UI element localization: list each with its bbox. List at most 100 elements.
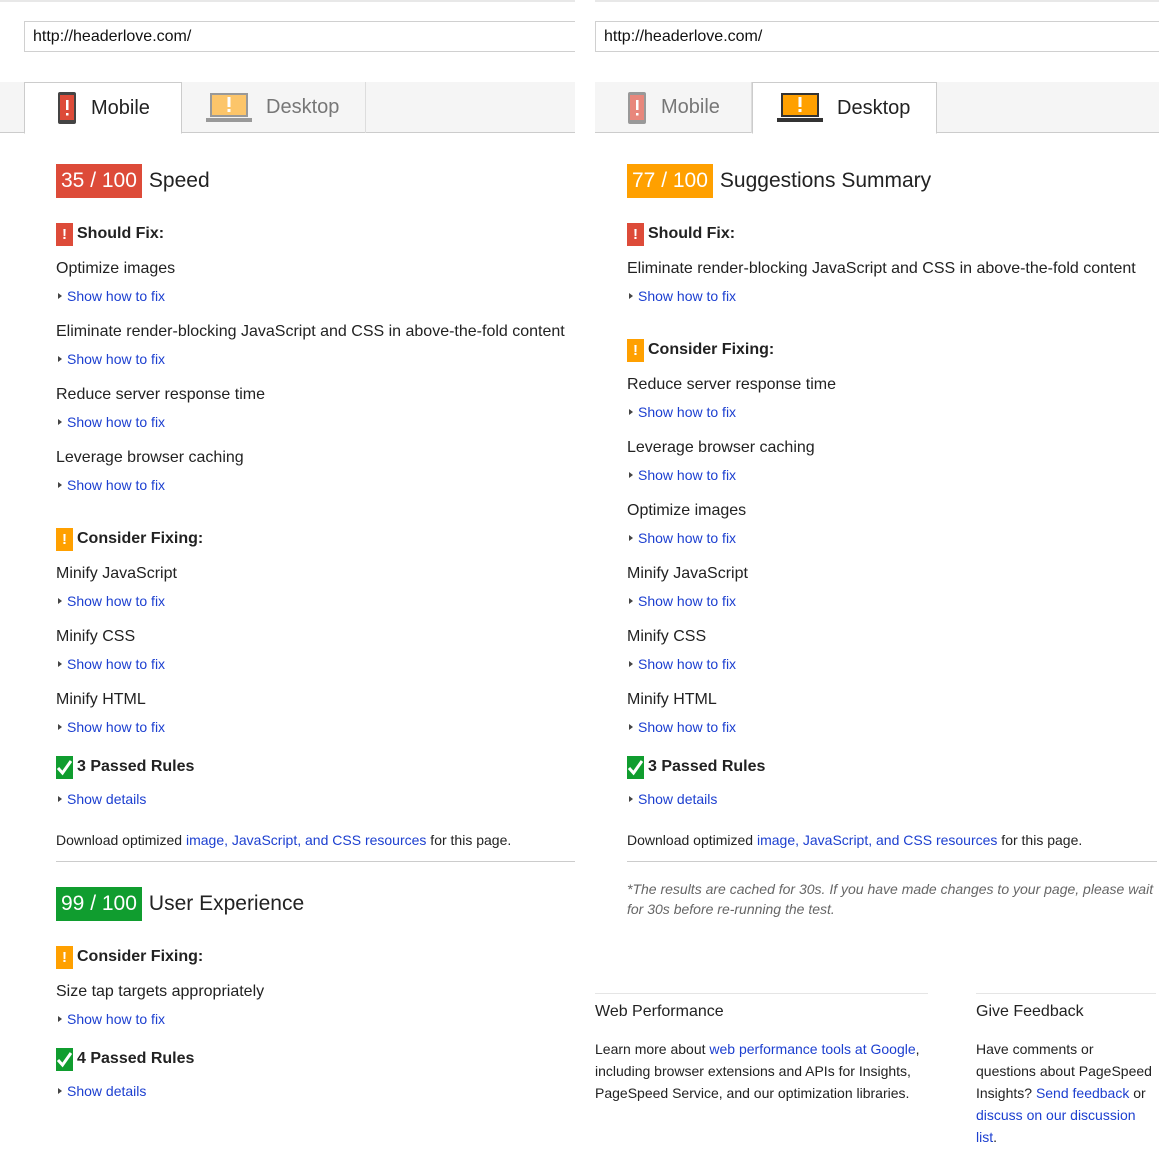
score-title: Suggestions Summary bbox=[719, 169, 932, 192]
footer-text: . bbox=[993, 1129, 998, 1145]
rule-title: Minify JavaScript bbox=[56, 565, 177, 582]
url-input[interactable] bbox=[595, 21, 1159, 52]
divider bbox=[627, 861, 1157, 862]
exclamation-icon: ! bbox=[56, 527, 73, 551]
passed-rules-heading: 3 Passed Rules bbox=[627, 755, 1157, 779]
rule-list: Reduce server response time Show how to f… bbox=[627, 374, 1157, 738]
footer-title: Web Performance bbox=[595, 1003, 724, 1020]
rule-title: Reduce server response time bbox=[627, 376, 836, 393]
score-badge: 99 / 100 bbox=[56, 887, 142, 921]
section-label: Consider Fixing: bbox=[77, 948, 204, 965]
tab-desktop[interactable]: Desktop bbox=[752, 82, 937, 134]
footer-text: Insights? bbox=[976, 1085, 1036, 1101]
rule-item: Minify HTML Show how to fix bbox=[627, 689, 1157, 738]
triangle-right-icon bbox=[58, 796, 62, 802]
discussion-list-link[interactable]: list bbox=[976, 1129, 993, 1145]
rule-item: Minify CSS Show how to fix bbox=[56, 626, 575, 675]
url-input[interactable] bbox=[24, 21, 575, 52]
score-header: 77 / 100 Suggestions Summary bbox=[627, 164, 1157, 198]
score-title: User Experience bbox=[148, 892, 305, 915]
show-how-to-fix-link[interactable]: Show how to fix bbox=[627, 590, 1157, 612]
tab-mobile[interactable]: Mobile bbox=[595, 82, 752, 133]
check-icon bbox=[627, 755, 644, 779]
show-how-to-fix-link[interactable]: Show how to fix bbox=[627, 401, 1157, 423]
tab-desktop[interactable]: Desktop bbox=[182, 82, 366, 133]
show-how-to-fix-link-label: Show how to fix bbox=[67, 593, 166, 609]
passed-rules-label: 3 Passed Rules bbox=[77, 758, 195, 775]
show-how-to-fix-link-label: Show how to fix bbox=[67, 719, 166, 735]
show-how-to-fix-link[interactable]: Show how to fix bbox=[56, 653, 575, 675]
rule-title: Minify CSS bbox=[627, 628, 707, 645]
show-how-to-fix-link[interactable]: Show how to fix bbox=[56, 474, 575, 496]
laptop-icon bbox=[206, 92, 266, 124]
triangle-right-icon bbox=[58, 293, 62, 299]
rule-title: Minify CSS bbox=[56, 628, 136, 645]
section-heading: ! Should Fix: bbox=[627, 222, 1157, 246]
show-how-to-fix-link[interactable]: Show how to fix bbox=[627, 285, 1157, 307]
check-icon bbox=[56, 1047, 73, 1071]
results-content: 35 / 100 Speed! Should Fix: Optimize images… bbox=[56, 164, 575, 1102]
top-divider bbox=[595, 0, 1159, 2]
show-how-to-fix-link[interactable]: Show how to fix bbox=[56, 1008, 575, 1030]
show-how-to-fix-link[interactable]: Show how to fix bbox=[627, 653, 1157, 675]
rule-item: Eliminate render-blocking JavaScript and… bbox=[627, 258, 1157, 307]
section-label: Consider Fixing: bbox=[77, 530, 204, 547]
show-how-to-fix-link[interactable]: Show how to fix bbox=[56, 716, 575, 738]
send-feedback-link[interactable]: Send feedback bbox=[1036, 1085, 1129, 1101]
rule-item: Optimize images Show how to fix bbox=[56, 258, 575, 307]
rule-item: Minify CSS Show how to fix bbox=[627, 626, 1157, 675]
show-how-to-fix-link[interactable]: Show how to fix bbox=[627, 464, 1157, 486]
mobile-phone-icon bbox=[627, 91, 661, 125]
show-how-to-fix-link[interactable]: Show how to fix bbox=[56, 348, 575, 370]
show-details-link[interactable]: Show details bbox=[627, 788, 1157, 810]
device-tab-bar: Mobile Desktop bbox=[0, 82, 575, 134]
rule-list: Minify JavaScript Show how to fix Minify C… bbox=[56, 563, 575, 738]
rule-list: Size tap targets appropriately Show how t… bbox=[56, 981, 575, 1030]
footer-text: PageSpeed Service, and our optimization … bbox=[595, 1085, 910, 1101]
rule-title: Leverage browser caching bbox=[56, 449, 244, 466]
show-how-to-fix-link-label: Show how to fix bbox=[638, 288, 737, 304]
tab-mobile[interactable]: Mobile bbox=[24, 82, 182, 134]
rule-list: Optimize images Show how to fix Eliminate … bbox=[56, 258, 575, 496]
download-resources-link[interactable]: image, JavaScript, and CSS resources bbox=[186, 832, 426, 848]
download-prefix: Download optimized bbox=[627, 832, 757, 848]
web-performance-tools-link[interactable]: web performance tools at Google bbox=[709, 1041, 915, 1057]
show-how-to-fix-link[interactable]: Show how to fix bbox=[627, 527, 1157, 549]
section-heading: ! Consider Fixing: bbox=[56, 945, 575, 969]
section-label: Should Fix: bbox=[77, 225, 165, 242]
exclamation-icon: ! bbox=[627, 338, 644, 362]
triangle-right-icon bbox=[58, 419, 62, 425]
device-tab-bar: Mobile Desktop bbox=[595, 82, 1159, 134]
show-how-to-fix-link-label: Show how to fix bbox=[638, 593, 737, 609]
show-details-link[interactable]: Show details bbox=[56, 1080, 575, 1102]
tab-label: Mobile bbox=[91, 96, 150, 119]
mobile-phone-icon bbox=[57, 91, 91, 125]
exclamation-icon: ! bbox=[627, 222, 644, 246]
score-header: 35 / 100 Speed bbox=[56, 164, 575, 198]
rule-title: Reduce server response time bbox=[56, 386, 265, 403]
results-content: 77 / 100 Suggestions Summary! Should Fix: E… bbox=[627, 164, 1157, 919]
show-details-link-label: Show details bbox=[67, 791, 147, 807]
passed-rules-heading: 4 Passed Rules bbox=[56, 1047, 575, 1071]
show-how-to-fix-link-label: Show how to fix bbox=[67, 1011, 166, 1027]
rule-title: Leverage browser caching bbox=[627, 439, 815, 456]
footer-give-feedback: Give Feedback Have comments or questions… bbox=[976, 993, 1156, 1148]
section-heading: ! Consider Fixing: bbox=[627, 338, 1157, 362]
rule-item: Minify JavaScript Show how to fix bbox=[56, 563, 575, 612]
section-label: Should Fix: bbox=[648, 225, 736, 242]
show-how-to-fix-link[interactable]: Show how to fix bbox=[56, 285, 575, 307]
show-how-to-fix-link[interactable]: Show how to fix bbox=[56, 590, 575, 612]
show-how-to-fix-link-label: Show how to fix bbox=[638, 719, 737, 735]
show-how-to-fix-link[interactable]: Show how to fix bbox=[56, 411, 575, 433]
show-how-to-fix-link[interactable]: Show how to fix bbox=[627, 716, 1157, 738]
section-heading: ! Should Fix: bbox=[56, 222, 575, 246]
triangle-right-icon bbox=[629, 796, 633, 802]
show-details-link[interactable]: Show details bbox=[56, 788, 575, 810]
discussion-list-link[interactable]: discuss on our discussion bbox=[976, 1107, 1136, 1123]
score-header: 99 / 100 User Experience bbox=[56, 887, 575, 921]
show-how-to-fix-link-label: Show how to fix bbox=[638, 656, 737, 672]
divider bbox=[56, 861, 575, 862]
tab-label: Desktop bbox=[837, 96, 911, 119]
rule-title: Optimize images bbox=[56, 260, 176, 277]
download-resources-link[interactable]: image, JavaScript, and CSS resources bbox=[757, 832, 997, 848]
